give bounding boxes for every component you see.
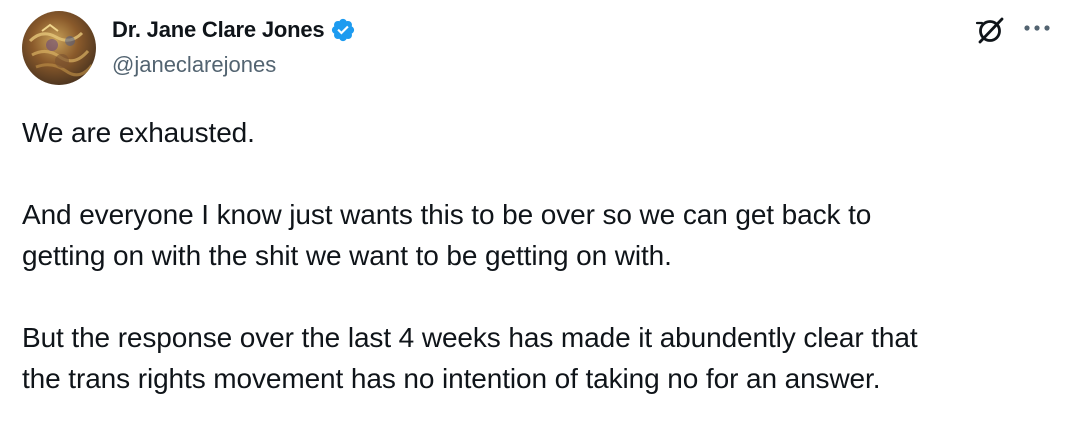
tweet-paragraph: We are exhausted. — [22, 117, 255, 148]
more-options-icon[interactable] — [1020, 17, 1054, 45]
author-handle[interactable]: @janeclarejones — [112, 52, 276, 78]
verified-badge-icon[interactable] — [330, 17, 356, 43]
grok-icon[interactable] — [975, 16, 1005, 46]
avatar[interactable] — [22, 11, 96, 85]
tweet-paragraph: And everyone I know just wants this to b… — [22, 199, 872, 271]
tweet-text: We are exhausted. And everyone I know ju… — [22, 112, 1052, 399]
tweet-card: Dr. Jane Clare Jones @janeclarejones We … — [0, 0, 1080, 437]
author-display-name[interactable]: Dr. Jane Clare Jones — [112, 17, 325, 43]
tweet-paragraph: But the response over the last 4 weeks h… — [22, 322, 918, 394]
author-name-row: Dr. Jane Clare Jones — [112, 15, 356, 45]
avatar-image — [22, 11, 96, 85]
